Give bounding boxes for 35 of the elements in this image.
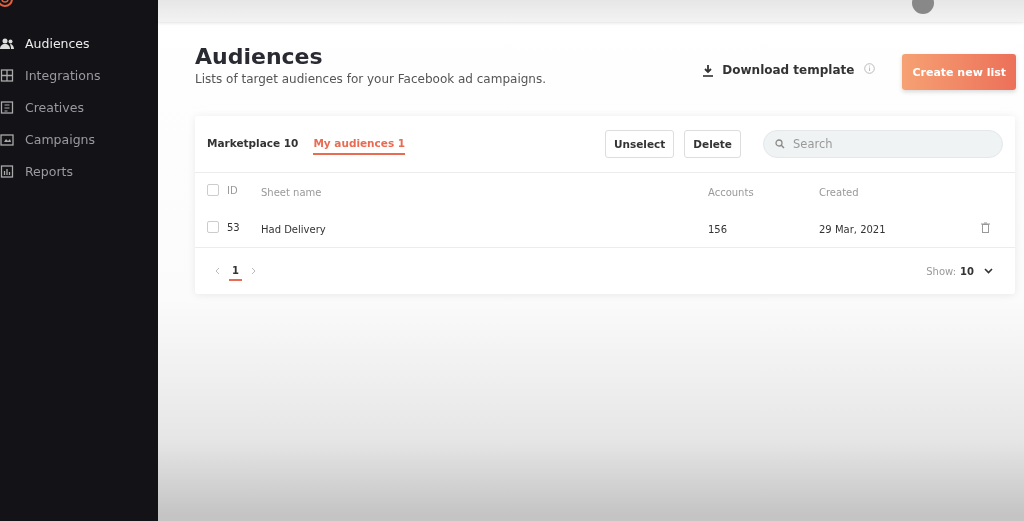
sidebar-item[interactable]: Campaigns bbox=[0, 127, 158, 152]
table-cell: 53 bbox=[227, 221, 240, 233]
page-number[interactable]: 1 bbox=[229, 261, 242, 281]
download-icon bbox=[702, 63, 715, 77]
sidebar-item[interactable]: Audiences bbox=[0, 31, 158, 56]
document-icon bbox=[0, 101, 14, 114]
previous-page-icon[interactable] bbox=[215, 267, 220, 275]
download-template-link[interactable]: Download template bbox=[702, 63, 855, 77]
checkbox[interactable] bbox=[207, 184, 219, 196]
next-page-icon[interactable] bbox=[250, 267, 256, 275]
chevron-down-icon bbox=[984, 268, 993, 274]
checkbox[interactable] bbox=[207, 221, 219, 233]
table-cell: Had Delivery bbox=[261, 223, 326, 235]
column-header: Sheet name bbox=[261, 186, 322, 198]
action-button[interactable]: Delete bbox=[684, 130, 741, 158]
sidebar-item[interactable]: Integrations bbox=[0, 63, 158, 88]
page-size-dropdown[interactable]: Show: 10 bbox=[926, 265, 993, 277]
column-header: Accounts bbox=[708, 186, 754, 198]
tab[interactable]: Marketplace 10 bbox=[207, 133, 299, 155]
trash-icon[interactable] bbox=[981, 221, 990, 233]
sidebar-item[interactable]: Reports bbox=[0, 159, 158, 184]
sidebar-item[interactable]: Creatives bbox=[0, 95, 158, 120]
image-icon bbox=[0, 133, 14, 146]
column-header: Created bbox=[819, 186, 859, 198]
table-cell: 156 bbox=[708, 223, 728, 235]
chart-icon bbox=[0, 165, 14, 178]
column-header: ID bbox=[227, 184, 238, 196]
search-field[interactable]: Search bbox=[763, 130, 1003, 158]
grid-icon bbox=[0, 69, 14, 82]
people-icon bbox=[0, 37, 14, 50]
info-icon[interactable] bbox=[864, 63, 876, 74]
action-button[interactable]: Unselect bbox=[604, 130, 675, 158]
page-subtitle: Lists of target audiences for your Facebook ad campaigns. bbox=[195, 72, 547, 86]
table-cell: 29 Mar, 2021 bbox=[819, 223, 886, 235]
page-title: Audiences bbox=[195, 44, 324, 69]
